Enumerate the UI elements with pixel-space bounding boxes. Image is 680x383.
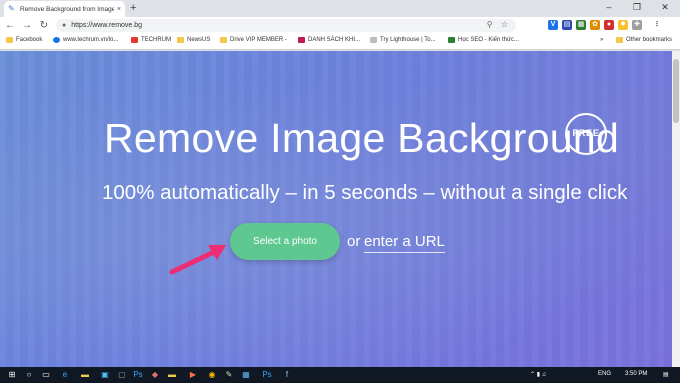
omnibox-actions: ⚲ ☆: [487, 20, 508, 29]
extension-v-icon[interactable]: V: [548, 20, 558, 30]
reload-button[interactable]: ↻: [37, 20, 51, 31]
enter-url-link[interactable]: enter a URL: [364, 233, 445, 253]
task-view-icon[interactable]: ▭: [41, 370, 51, 380]
folder-icon: [220, 37, 227, 43]
chrome-icon[interactable]: ◉: [207, 370, 217, 380]
app-icon[interactable]: ◆: [150, 370, 160, 380]
bookmark-label: www.techrum.vn/lo...: [63, 37, 119, 43]
extension-doc-icon[interactable]: ▤: [562, 20, 572, 30]
chevron-right-icon: »: [600, 37, 604, 43]
bookmark-label: Facebook: [16, 37, 43, 43]
site-icon: [448, 37, 455, 43]
bookmark-label: DANH SÁCH KHI...: [308, 37, 361, 43]
windows-taskbar: ⊞ ○ ▭ e ▬ ▣ ▢ Ps ◆ ▬ ▶ ◉ ✎ ▦ Ps f ⌃ ▮ ♫ …: [0, 367, 680, 383]
extension-grid-icon[interactable]: ▦: [576, 20, 586, 30]
free-badge: FREE: [565, 113, 607, 155]
bookmark-label: Học SEO - Kiến thức...: [458, 37, 520, 43]
tab-favicon-icon: ✎: [8, 4, 15, 13]
notification-area[interactable]: ⌃ ▮ ♫: [530, 371, 546, 378]
file-explorer-icon[interactable]: ▬: [80, 370, 90, 380]
new-tab-button[interactable]: +: [130, 2, 136, 14]
photoshop-icon[interactable]: Ps: [133, 370, 143, 380]
bookmark-label: TECHRUM: [141, 37, 171, 43]
bookmark-facebook[interactable]: Facebook: [6, 37, 42, 43]
bookmark-label: NewsUS: [187, 37, 211, 43]
address-url[interactable]: https://www.remove.bg: [71, 22, 142, 29]
tab-close-icon[interactable]: ×: [117, 6, 121, 13]
input-language[interactable]: ENG: [598, 371, 611, 377]
screen: ✎ Remove Background from Image × + – ❐ ✕…: [0, 0, 680, 383]
forward-button[interactable]: →: [20, 20, 34, 31]
bookmark-lighthouse[interactable]: Try Lighthouse | To...: [370, 37, 436, 43]
or-text: or: [347, 233, 361, 250]
action-center-icon[interactable]: ▤: [663, 371, 669, 378]
extension-record-icon[interactable]: ●: [604, 20, 614, 30]
clock[interactable]: 3:50 PM: [625, 371, 647, 377]
browser-tab[interactable]: ✎ Remove Background from Image ×: [4, 1, 125, 17]
bookmarks-more[interactable]: »: [600, 37, 603, 43]
site-icon: [298, 37, 305, 43]
bookmark-label: Other bookmarks: [626, 37, 673, 43]
page-title: Remove Image Background: [104, 115, 620, 161]
bookmark-techrum[interactable]: TECHRUM: [131, 37, 171, 43]
bookmark-techrum-link[interactable]: www.techrum.vn/lo...: [53, 37, 118, 43]
bookmark-label: Try Lighthouse | To...: [380, 37, 436, 43]
bookmark-label: Drive VIP MEMBER -: [230, 37, 287, 43]
address-bar[interactable]: ● https://www.remove.bg ⚲ ☆: [56, 19, 516, 32]
extension-sun-icon[interactable]: ✹: [618, 20, 628, 30]
star-icon[interactable]: ☆: [501, 20, 508, 29]
windows-start-icon[interactable]: ⊞: [7, 370, 17, 380]
globe-icon: [53, 37, 60, 43]
page-hero: Remove Image Background FREE 100% automa…: [0, 51, 672, 367]
other-bookmarks[interactable]: Other bookmarks: [616, 37, 672, 43]
folder-icon: [6, 37, 13, 43]
facebook-icon[interactable]: f: [282, 370, 292, 380]
lock-icon: ●: [62, 22, 67, 29]
tab-strip: ✎ Remove Background from Image × + – ❐ ✕: [0, 0, 680, 17]
site-icon: [131, 37, 138, 43]
edge-icon[interactable]: e: [60, 370, 70, 380]
folder-app-icon[interactable]: ▬: [167, 370, 177, 380]
bookmark-danh-sach[interactable]: DANH SÁCH KHI...: [298, 37, 360, 43]
scrollbar-thumb[interactable]: [673, 59, 679, 123]
menu-icon[interactable]: ⋮: [652, 20, 662, 30]
minimize-button[interactable]: –: [595, 0, 623, 14]
media-icon[interactable]: ▶: [188, 370, 198, 380]
page-subtitle: 100% automatically – in 5 seconds – with…: [102, 181, 628, 204]
extension-leaf-icon[interactable]: ✿: [590, 20, 600, 30]
photoshop-2-icon[interactable]: Ps: [262, 370, 272, 380]
extension-puzzle-icon[interactable]: ✚: [632, 20, 642, 30]
cortana-icon[interactable]: ○: [24, 370, 34, 380]
window-app-icon[interactable]: ▢: [117, 370, 127, 380]
bookmark-drive[interactable]: Drive VIP MEMBER -: [220, 37, 287, 43]
maximize-button[interactable]: ❐: [623, 0, 651, 14]
bookmarks-bar: Facebook www.techrum.vn/lo... TECHRUM Ne…: [0, 34, 680, 50]
folder-icon: [177, 37, 184, 43]
folder-icon: [616, 37, 623, 43]
tab-title: Remove Background from Image: [20, 5, 114, 13]
store-icon[interactable]: ▣: [100, 370, 110, 380]
close-window-button[interactable]: ✕: [651, 0, 679, 14]
page-icon: [370, 37, 377, 43]
page-scrollbar[interactable]: [672, 51, 680, 367]
bookmark-newsus[interactable]: NewsUS: [177, 37, 210, 43]
select-photo-button[interactable]: Select a photo: [230, 223, 340, 260]
bookmark-hoc-seo[interactable]: Học SEO - Kiến thức...: [448, 37, 519, 43]
calculator-icon[interactable]: ▦: [241, 370, 251, 380]
notes-icon[interactable]: ✎: [224, 370, 234, 380]
search-icon[interactable]: ⚲: [487, 20, 493, 29]
pointer-arrow-icon: [169, 245, 226, 275]
back-button[interactable]: ←: [3, 20, 17, 31]
